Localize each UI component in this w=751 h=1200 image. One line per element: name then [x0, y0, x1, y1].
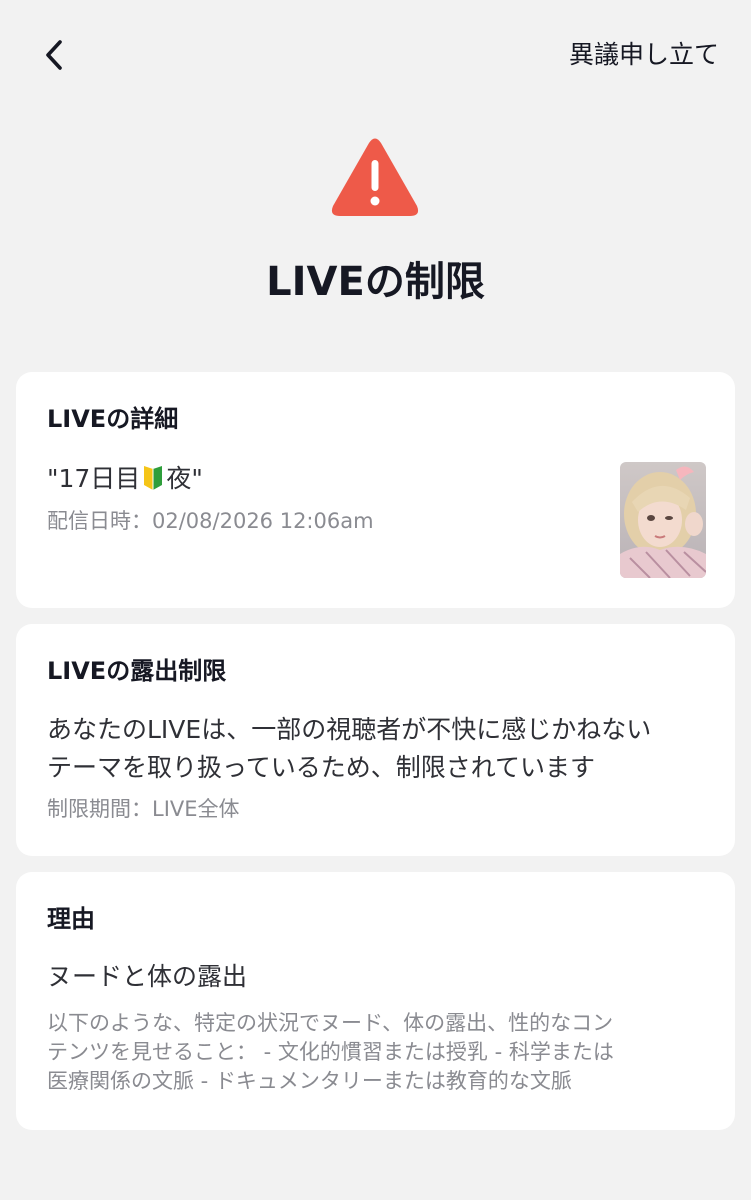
stream-date: 配信日時：02/08/2026 12:06am	[47, 509, 374, 533]
stream-thumbnail[interactable]	[620, 462, 706, 578]
restriction-period: 制限期間：LIVE全体	[47, 797, 240, 821]
appeal-button[interactable]: 異議申し立て	[569, 38, 719, 72]
live-details-card: LIVEの詳細 "17日目 夜" 配信日時：02/08/2026 12:06am	[16, 372, 735, 608]
card-title: LIVEの詳細	[47, 405, 179, 433]
card-title: LIVEの露出制限	[47, 657, 227, 685]
exposure-restriction-card: LIVEの露出制限 あなたのLIVEは、一部の視聴者が不快に感じかねない テーマ…	[16, 624, 735, 856]
restriction-text-line-2: テーマを取り扱っているため、制限されています	[47, 753, 596, 782]
stream-title: "17日目 夜"	[47, 460, 203, 498]
top-bar: 異議申し立て	[0, 0, 751, 110]
card-title: 理由	[47, 905, 95, 933]
stream-title-suffix: 夜"	[166, 464, 203, 493]
reason-description-line-3: 医療関係の文脈 - ドキュメンタリーまたは教育的な文脈	[47, 1069, 572, 1093]
restriction-text-line-1: あなたのLIVEは、一部の視聴者が不快に感じかねない	[47, 715, 652, 744]
back-button[interactable]	[34, 34, 74, 76]
page-title: LIVEの制限	[266, 259, 485, 305]
beginner-mark-icon	[144, 466, 163, 490]
stream-title-prefix: "17日目	[47, 464, 141, 493]
chevron-left-icon	[46, 40, 62, 70]
warning-triangle-icon	[331, 138, 419, 216]
reason-card: 理由 ヌードと体の露出 以下のような、特定の状況でヌード、体の露出、性的なコン …	[16, 872, 735, 1130]
reason-text: ヌードと体の露出	[47, 962, 248, 991]
